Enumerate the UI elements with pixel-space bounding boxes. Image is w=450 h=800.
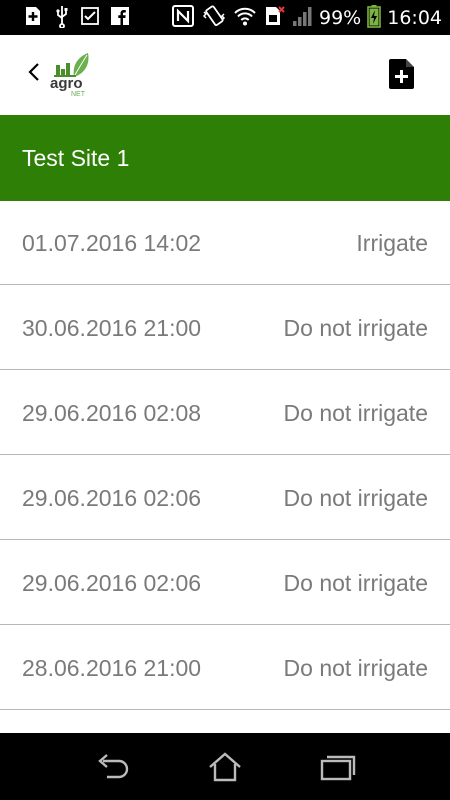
reading-date: 01.07.2016 14:02 (22, 230, 202, 256)
reading-date: 28.06.2016 21:00 (22, 655, 202, 681)
list-item[interactable]: 29.06.2016 02:08 Do not irrigate (0, 371, 450, 455)
site-header: Test Site 1 (0, 115, 450, 201)
nav-recent-apps-button[interactable] (318, 751, 358, 783)
nav-home-button[interactable] (205, 751, 245, 783)
add-icon (22, 5, 44, 31)
navigation-bar (0, 733, 450, 800)
reading-status: Do not irrigate (283, 485, 428, 511)
checkbox-icon (80, 6, 100, 30)
usb-icon (54, 4, 70, 32)
add-document-icon (388, 59, 416, 95)
signal-icon (291, 5, 313, 31)
app-bar: agro NET (0, 35, 450, 115)
recent-apps-icon (318, 755, 358, 787)
list-item[interactable]: 30.06.2016 21:00 Do not irrigate (0, 286, 450, 370)
vibrate-icon (201, 4, 227, 32)
logo-text: agro (50, 75, 83, 92)
reading-status: Do not irrigate (283, 655, 428, 681)
reading-status: Do not irrigate (283, 400, 428, 426)
list-item[interactable]: 28.06.2016 21:00 Do not irrigate (0, 626, 450, 710)
nfc-icon (171, 4, 195, 32)
list-item[interactable]: 01.07.2016 14:02 Irrigate (0, 201, 450, 285)
add-document-button[interactable] (388, 57, 416, 91)
reading-date: 29.06.2016 02:08 (22, 400, 202, 426)
status-bar-right: 99% 16:04 (171, 4, 450, 32)
status-bar-left (0, 4, 130, 32)
back-icon (93, 754, 133, 787)
reading-date: 29.06.2016 02:06 (22, 570, 202, 596)
list-item[interactable]: 29.06.2016 02:06 Do not irrigate (0, 541, 450, 625)
home-icon (205, 752, 245, 787)
facebook-icon (110, 6, 130, 30)
status-bar: 99% 16:04 (0, 0, 450, 35)
back-button[interactable] (22, 59, 46, 89)
sim-icon (263, 5, 285, 31)
logo-subtext: NET (71, 91, 86, 98)
battery-icon (367, 4, 382, 32)
readings-list: 01.07.2016 14:02 Irrigate 30.06.2016 21:… (0, 201, 450, 733)
list-item[interactable]: 29.06.2016 02:06 Do not irrigate (0, 456, 450, 540)
chevron-left-icon (27, 61, 41, 87)
wifi-icon (233, 5, 257, 31)
battery-percent: 99% (319, 6, 362, 29)
reading-status: Irrigate (356, 230, 428, 256)
agronet-logo: agro NET (46, 51, 94, 99)
reading-status: Do not irrigate (283, 570, 428, 596)
clock: 16:04 (387, 6, 442, 29)
nav-back-button[interactable] (93, 751, 133, 783)
reading-date: 29.06.2016 02:06 (22, 485, 202, 511)
reading-status: Do not irrigate (283, 315, 428, 341)
reading-date: 30.06.2016 21:00 (22, 315, 202, 341)
site-title: Test Site 1 (22, 145, 130, 171)
